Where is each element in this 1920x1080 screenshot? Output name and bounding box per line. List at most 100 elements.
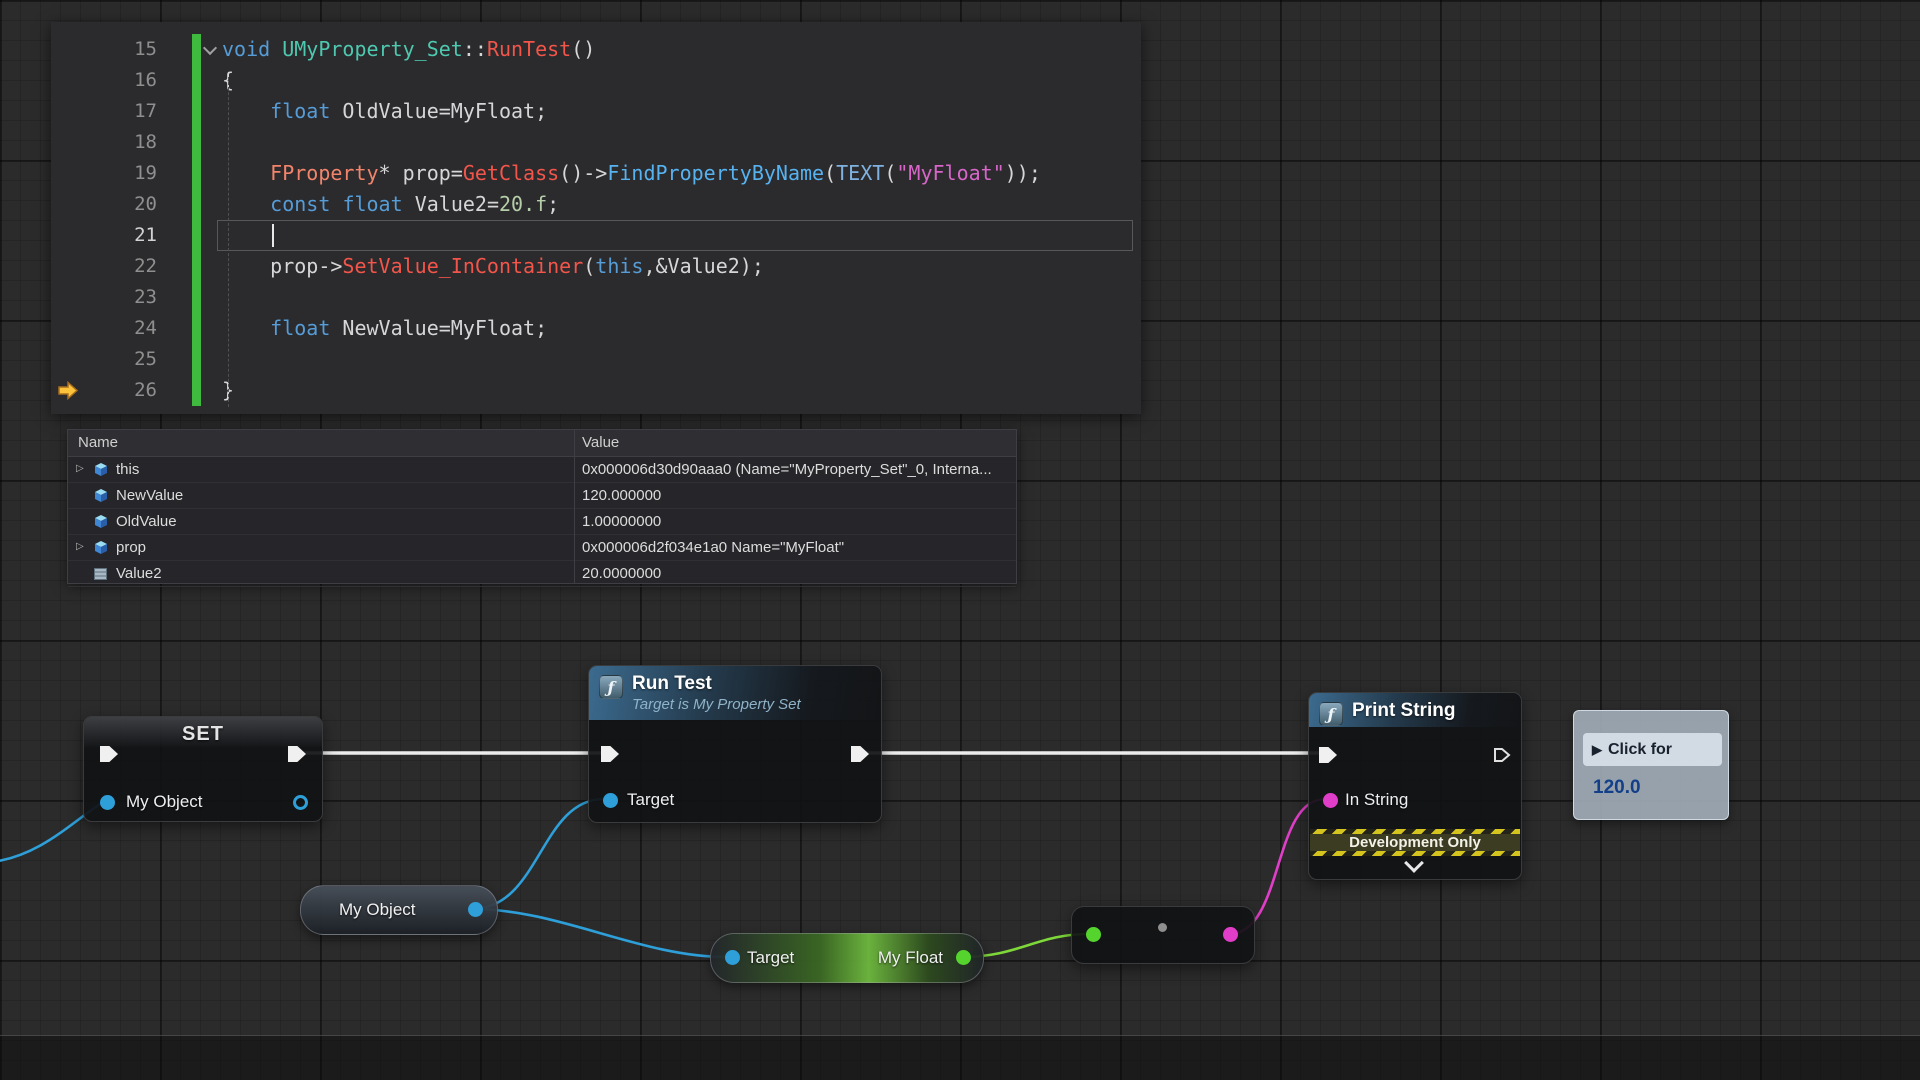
line-number[interactable]: 22 xyxy=(51,251,171,282)
code-line-17: 17 float OldValue=MyFloat; xyxy=(51,96,1141,127)
run-test-title: Run Test xyxy=(632,673,801,695)
my-object-pin-label: My Object xyxy=(126,792,203,812)
exec-in-pin[interactable] xyxy=(100,746,118,762)
my-object-node[interactable]: My Object xyxy=(300,885,498,935)
name-column-header[interactable]: Name xyxy=(78,434,118,451)
watch-window[interactable]: Name Value ▷ this 0x000006d30d90aaa0 (Name… xyxy=(67,429,1017,584)
watch-row-oldvalue[interactable]: OldValue 1.00000000 xyxy=(68,509,1016,535)
watch-row-this[interactable]: ▷ this 0x000006d30d90aaa0 (Name="MyPropert… xyxy=(68,457,1016,483)
code-line-24: 24 float NewValue=MyFloat; xyxy=(51,313,1141,344)
variable-type-icon xyxy=(94,463,108,480)
print-string-node[interactable]: ƒ Print String In String Development Onl… xyxy=(1308,692,1522,880)
column-divider[interactable] xyxy=(574,430,575,583)
unreal-blueprint-debug-screen: SET My Object ƒ Run Test Target is My Pr… xyxy=(0,0,1920,1080)
line-number[interactable]: 16 xyxy=(51,65,171,96)
modified-line-bar xyxy=(192,313,201,344)
code-line-21: 21 xyxy=(51,220,1141,251)
exec-out-pin[interactable] xyxy=(1493,747,1511,763)
indent-guide xyxy=(228,77,229,407)
execution-pointer-icon[interactable] xyxy=(56,379,80,410)
debug-value: 120.0 xyxy=(1593,777,1641,799)
string-output-pin[interactable] xyxy=(1223,927,1238,942)
target-input-pin[interactable] xyxy=(725,950,740,965)
code-line-26: 26} xyxy=(51,375,1141,406)
my-object-output-pin[interactable] xyxy=(468,902,483,917)
run-test-node[interactable]: ƒ Run Test Target is My Property Set Tar… xyxy=(588,665,882,823)
code-line-16: 16{ xyxy=(51,65,1141,96)
line-number[interactable]: 21 xyxy=(51,220,171,251)
value-column-header[interactable]: Value xyxy=(582,434,619,451)
variable-value[interactable]: 1.00000000 xyxy=(582,513,661,530)
function-icon: ƒ xyxy=(1319,702,1343,726)
variable-type-icon xyxy=(94,489,108,506)
line-number[interactable]: 17 xyxy=(51,96,171,127)
code-text: void UMyProperty_Set::RunTest() xyxy=(222,34,595,65)
variable-value[interactable]: 0x000006d30d90aaa0 (Name="MyProperty_Set… xyxy=(582,461,992,478)
print-string-header: ƒ Print String xyxy=(1309,693,1521,727)
variable-name[interactable]: NewValue xyxy=(116,487,183,504)
variable-value[interactable]: 0x000006d2f034e1a0 Name="MyFloat" xyxy=(582,539,844,556)
target-pin-label: Target xyxy=(627,790,674,810)
exec-out-pin[interactable] xyxy=(851,746,869,762)
target-input-pin[interactable] xyxy=(603,793,618,808)
modified-line-bar xyxy=(192,127,201,158)
get-my-float-node[interactable]: Target My Float xyxy=(710,933,984,983)
variable-name[interactable]: OldValue xyxy=(116,513,177,530)
set-node[interactable]: SET My Object xyxy=(83,716,323,822)
float-to-string-conversion-node[interactable] xyxy=(1071,906,1255,964)
set-node-title: SET xyxy=(84,723,322,746)
variable-type-icon xyxy=(94,567,107,584)
code-lines: 15 void UMyProperty_Set::RunTest()16{17 f… xyxy=(51,34,1141,406)
fold-chevron-icon[interactable] xyxy=(203,41,217,55)
my-object-input-pin[interactable] xyxy=(100,795,115,810)
my-float-label: My Float xyxy=(878,948,943,968)
line-number[interactable]: 15 xyxy=(51,34,171,65)
my-object-label: My Object xyxy=(339,900,416,920)
expand-arrow-icon[interactable]: ▷ xyxy=(76,463,84,474)
line-number[interactable]: 18 xyxy=(51,127,171,158)
float-input-pin[interactable] xyxy=(1086,927,1101,942)
bottom-panel-edge xyxy=(0,1035,1920,1080)
exec-in-pin[interactable] xyxy=(1319,747,1337,763)
line-number[interactable]: 25 xyxy=(51,344,171,375)
modified-line-bar xyxy=(192,282,201,313)
variable-value[interactable]: 120.000000 xyxy=(582,487,661,504)
variable-name[interactable]: prop xyxy=(116,539,146,556)
variable-name[interactable]: this xyxy=(116,461,139,478)
chevron-down-icon[interactable] xyxy=(1404,853,1424,873)
expand-arrow-icon[interactable]: ▷ xyxy=(76,541,84,552)
code-text: float OldValue=MyFloat; xyxy=(222,96,547,127)
my-object-output-pin[interactable] xyxy=(293,795,308,810)
click-for-label: Click for xyxy=(1608,741,1672,758)
in-string-input-pin[interactable] xyxy=(1323,793,1338,808)
code-editor[interactable]: 15 void UMyProperty_Set::RunTest()16{17 f… xyxy=(51,22,1141,414)
line-number[interactable]: 24 xyxy=(51,313,171,344)
watch-row-value2[interactable]: Value2 20.0000000 xyxy=(68,561,1016,587)
watch-row-newvalue[interactable]: NewValue 120.000000 xyxy=(68,483,1016,509)
code-text xyxy=(222,220,270,251)
variable-type-icon xyxy=(94,541,108,558)
modified-line-bar xyxy=(192,189,201,220)
code-text: float NewValue=MyFloat; xyxy=(222,313,547,344)
debug-value-bubble[interactable]: ▶Click for 120.0 xyxy=(1573,710,1729,820)
exec-in-pin[interactable] xyxy=(601,746,619,762)
code-line-25: 25 xyxy=(51,344,1141,375)
variable-value[interactable]: 20.0000000 xyxy=(582,565,661,582)
print-string-title: Print String xyxy=(1352,700,1455,722)
text-caret xyxy=(272,224,274,247)
variable-name[interactable]: Value2 xyxy=(116,565,162,582)
my-float-output-pin[interactable] xyxy=(956,950,971,965)
click-for-button[interactable]: ▶Click for xyxy=(1583,733,1722,766)
development-only-band: Development Only xyxy=(1310,829,1520,856)
run-test-header: ƒ Run Test Target is My Property Set xyxy=(589,666,881,720)
line-number[interactable]: 23 xyxy=(51,282,171,313)
exec-out-pin[interactable] xyxy=(288,746,306,762)
modified-line-bar xyxy=(192,34,201,65)
object-wire-myobject-to-myfloat-target[interactable] xyxy=(472,909,726,957)
conversion-dot-icon xyxy=(1158,923,1167,932)
line-number[interactable]: 19 xyxy=(51,158,171,189)
watch-row-prop[interactable]: ▷ prop 0x000006d2f034e1a0 Name="MyFloat" xyxy=(68,535,1016,561)
run-test-subtitle: Target is My Property Set xyxy=(632,695,801,714)
line-number[interactable]: 20 xyxy=(51,189,171,220)
code-line-22: 22 prop->SetValue_InContainer(this,&Valu… xyxy=(51,251,1141,282)
